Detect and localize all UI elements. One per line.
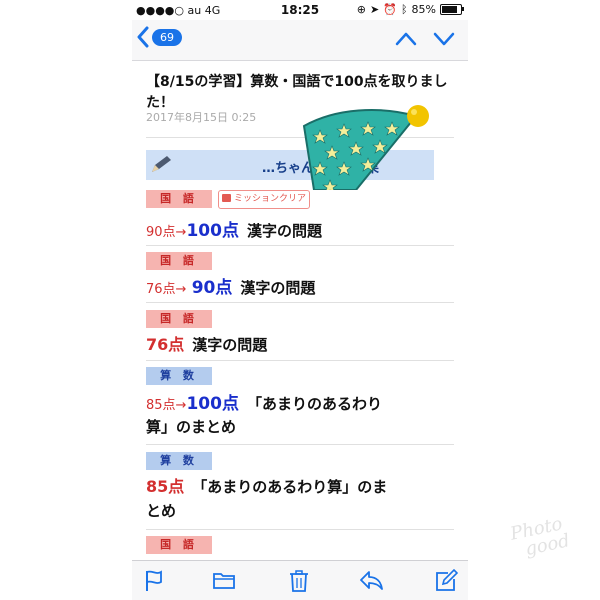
- alarm-icon: ⏰: [383, 3, 397, 16]
- result-line-continued: 算」のまとめ: [146, 418, 237, 436]
- result-line: 76点 漢字の問題: [146, 331, 267, 355]
- problem-title: 漢字の問題: [192, 336, 268, 354]
- folder-icon[interactable]: [212, 569, 236, 591]
- score-arrow: →: [175, 225, 187, 240]
- result-line: 85点→100点 「あまりのあるわり: [146, 389, 382, 414]
- compose-icon[interactable]: [434, 569, 458, 593]
- lock-rotation-icon: ⊕: [356, 3, 367, 16]
- battery-fill: [442, 6, 458, 13]
- speech-bubble-icon: [222, 194, 231, 202]
- bluetooth-icon: ᛒ: [400, 3, 408, 16]
- subject-tag-japanese: 国 語: [146, 536, 212, 554]
- result-line: 85点 「あまりのあるわり算」のま: [146, 473, 387, 497]
- flag-icon[interactable]: [144, 569, 164, 593]
- problem-title: 「あまりのあるわり: [246, 395, 382, 413]
- score-arrow: →: [175, 398, 187, 413]
- next-message-icon[interactable]: [432, 28, 456, 50]
- unread-count-badge: 69: [152, 28, 182, 46]
- entry-divider: [146, 444, 454, 445]
- mission-clear-badge: ミッションクリア: [218, 190, 310, 209]
- new-score: 90点: [191, 278, 233, 298]
- problem-title: 漢字の問題: [240, 279, 316, 297]
- chevron-left-icon: [137, 26, 149, 48]
- battery-icon: [440, 4, 464, 15]
- old-score: 90点: [146, 225, 176, 240]
- score: 76点: [146, 335, 185, 354]
- result-line: 90点→100点 漢字の問題: [146, 216, 322, 241]
- new-score: 100点: [186, 394, 239, 414]
- entry-divider: [146, 302, 454, 303]
- party-hat-sticker: [302, 105, 429, 190]
- pompom: [407, 105, 429, 127]
- trash-icon[interactable]: [288, 569, 310, 593]
- previous-message-icon[interactable]: [394, 28, 418, 50]
- subject-tag-math: 算 数: [146, 367, 212, 385]
- navigation-bar: 69: [132, 20, 468, 61]
- old-score: 76点: [146, 282, 176, 297]
- entry-divider: [146, 245, 454, 246]
- score-arrow: →: [175, 282, 187, 297]
- problem-title: 漢字の問題: [246, 222, 322, 240]
- photo-app-watermark-logo: Photo good: [508, 513, 572, 563]
- new-score: 100点: [186, 221, 239, 241]
- subject-tag-math: 算 数: [146, 452, 212, 470]
- subject-tag-japanese: 国 語: [146, 252, 212, 270]
- status-bar: ●●●●○ au 4G 18:25 ⊕ ➤ ⏰ ᛒ 85%: [132, 0, 468, 20]
- reply-icon[interactable]: [358, 569, 384, 591]
- bottom-toolbar: [132, 560, 468, 600]
- result-line: 76点→ 90点 漢字の問題: [146, 273, 315, 298]
- status-right: ⊕ ➤ ⏰ ᛒ 85%: [356, 3, 464, 16]
- mail-app-screen: ●●●●○ au 4G 18:25 ⊕ ➤ ⏰ ᛒ 85% 69 【8/15の学…: [132, 0, 468, 600]
- subject-tag-japanese: 国 語: [146, 310, 212, 328]
- back-button[interactable]: 69: [136, 26, 182, 48]
- mail-date: 2017年8月15日 0:25: [146, 111, 257, 124]
- location-icon: ➤: [370, 3, 380, 16]
- result-line-continued: とめ: [146, 502, 177, 520]
- battery-percent: 85%: [411, 3, 436, 16]
- mission-clear-label: ミッションクリア: [234, 194, 307, 204]
- entry-divider: [146, 529, 454, 530]
- subject-tag-japanese: 国 語: [146, 190, 212, 208]
- pencil-icon: [152, 156, 171, 172]
- score: 85点: [146, 477, 185, 496]
- problem-title: 「あまりのあるわり算」のま: [192, 478, 388, 496]
- old-score: 85点: [146, 398, 176, 413]
- entry-divider: [146, 360, 454, 361]
